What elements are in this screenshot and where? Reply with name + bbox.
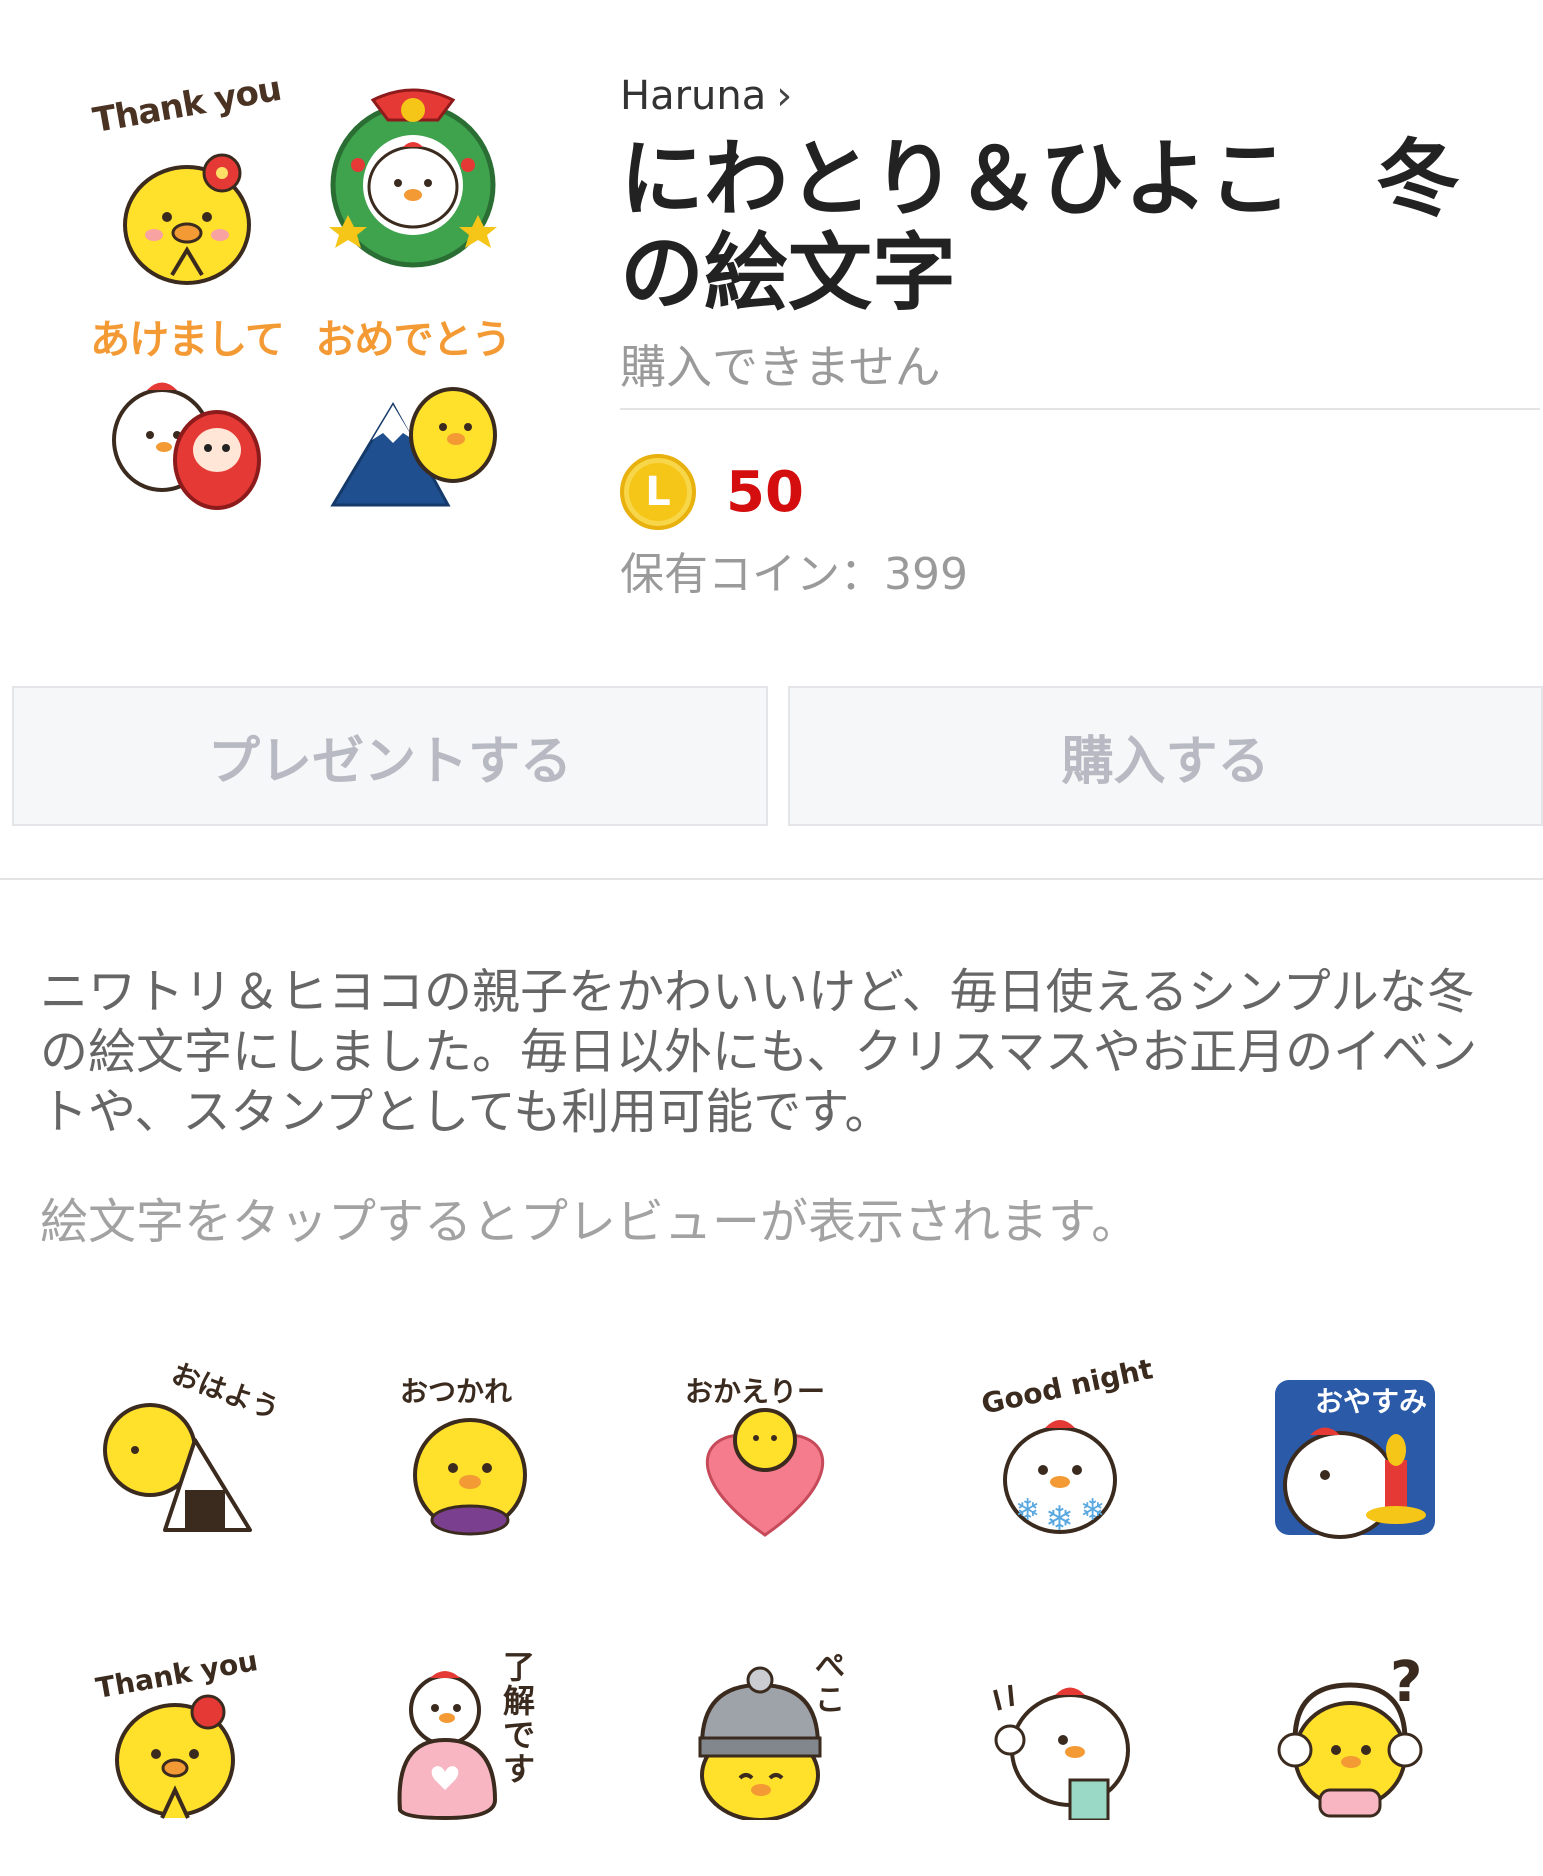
cover-caption: おめでとう [315, 317, 512, 363]
author-link[interactable]: Haruna › [620, 70, 1540, 122]
description: ニワトリ＆ヒヨコの親子をかわいいけど、毎日使えるシンプルな冬の絵文字にしました。… [40, 964, 1478, 1140]
chicken-daruma-icon [112, 382, 261, 510]
chicken-scarf-icon [993, 1684, 1130, 1820]
chevron-right-icon: › [776, 73, 793, 119]
svg-text:❄: ❄ [1045, 1499, 1074, 1539]
emoji-label: 了解です [503, 1648, 536, 1788]
cover-cell-akemashite: あけまして [80, 307, 294, 515]
emoji-item[interactable]: おかえりー [680, 1370, 850, 1540]
emoji-item[interactable]: ? [1270, 1650, 1440, 1820]
line-coin-icon: L [620, 454, 696, 530]
emoji-grid: おはよう おつかれ おかえりー ❄ ❄ ❄ Good night おやすみ Th… [90, 1352, 1490, 1820]
preview-hint: 絵文字をタップするとプレビューが表示されます。 [40, 1194, 1140, 1250]
chick-thank-you-icon [123, 153, 251, 285]
cover-caption: あけまして [90, 317, 285, 363]
emoji-item[interactable]: おつかれ [385, 1370, 555, 1540]
cover-artwork: Thank you あけまして おめでとう [80, 69, 520, 515]
cover-cell-thank-you: Thank you [80, 69, 294, 295]
section-divider [0, 878, 1543, 880]
wreath-chicken-icon [329, 88, 497, 268]
owned-coins: 保有コイン：399 [620, 549, 968, 600]
price-row: L 50 [620, 452, 804, 532]
chick-mount-fuji-icon [330, 387, 497, 507]
emoji-item[interactable] [975, 1650, 1145, 1820]
buy-button[interactable]: 購入する [788, 686, 1543, 826]
emoji-label: おつかれ [400, 1375, 513, 1408]
svg-text:❄: ❄ [1015, 1493, 1040, 1528]
svg-text:❄: ❄ [1080, 1493, 1105, 1528]
present-button[interactable]: プレゼントする [12, 686, 768, 826]
emoji-item[interactable]: おはよう [90, 1357, 284, 1540]
emoji-item[interactable]: ❄ ❄ ❄ Good night [975, 1352, 1155, 1540]
emoji-label: おかえりー [685, 1375, 826, 1408]
emoji-item[interactable]: ぺこ [680, 1650, 850, 1820]
emoji-item[interactable]: おやすみ [1270, 1370, 1440, 1540]
sticker-info: Haruna › にわとり＆ひよこ 冬の絵文字 購入できません [620, 70, 1540, 398]
price-amount: 50 [726, 459, 804, 525]
cover-cell-wreath [306, 75, 520, 295]
page-title: にわとり＆ひよこ 冬の絵文字 [620, 130, 1461, 322]
emoji-item[interactable]: Thank you [90, 1644, 260, 1820]
divider [620, 408, 1540, 410]
emoji-label: おやすみ [1315, 1385, 1428, 1418]
emoji-label: ぺこ [815, 1649, 845, 1718]
emoji-label: ? [1390, 1650, 1423, 1715]
cover-cell-omedetou: おめでとう [306, 307, 520, 515]
emoji-item[interactable]: 了解です [385, 1650, 555, 1820]
purchase-status: 購入できません [620, 340, 941, 394]
author-name: Haruna [620, 73, 767, 119]
